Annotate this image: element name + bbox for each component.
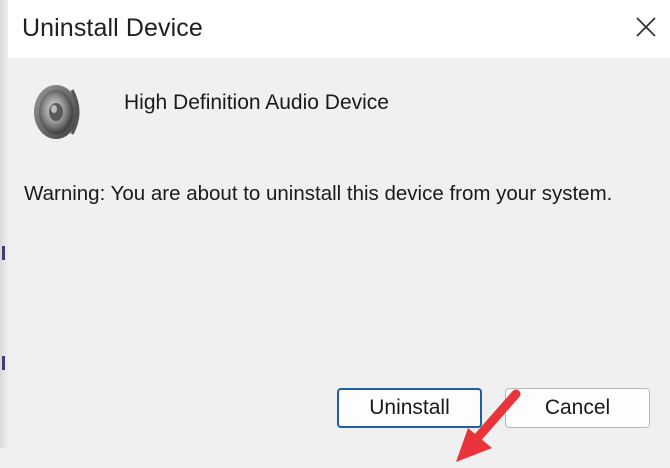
background-window-edge [0, 0, 8, 448]
speaker-icon [34, 85, 80, 139]
close-icon [636, 17, 656, 37]
title-bar: Uninstall Device [8, 0, 670, 58]
close-button[interactable] [624, 6, 668, 48]
dialog-title: Uninstall Device [22, 14, 203, 42]
dialog-body: High Definition Audio Device Warning: Yo… [8, 58, 670, 462]
uninstall-button[interactable]: Uninstall [337, 388, 482, 428]
warning-message: Warning: You are about to uninstall this… [24, 182, 613, 205]
edge-marker [2, 356, 5, 370]
uninstall-device-dialog: Uninstall Device High Definition Audio D… [0, 0, 670, 462]
edge-marker [2, 246, 5, 260]
device-name-label: High Definition Audio Device [124, 91, 389, 114]
cancel-button[interactable]: Cancel [505, 388, 650, 428]
